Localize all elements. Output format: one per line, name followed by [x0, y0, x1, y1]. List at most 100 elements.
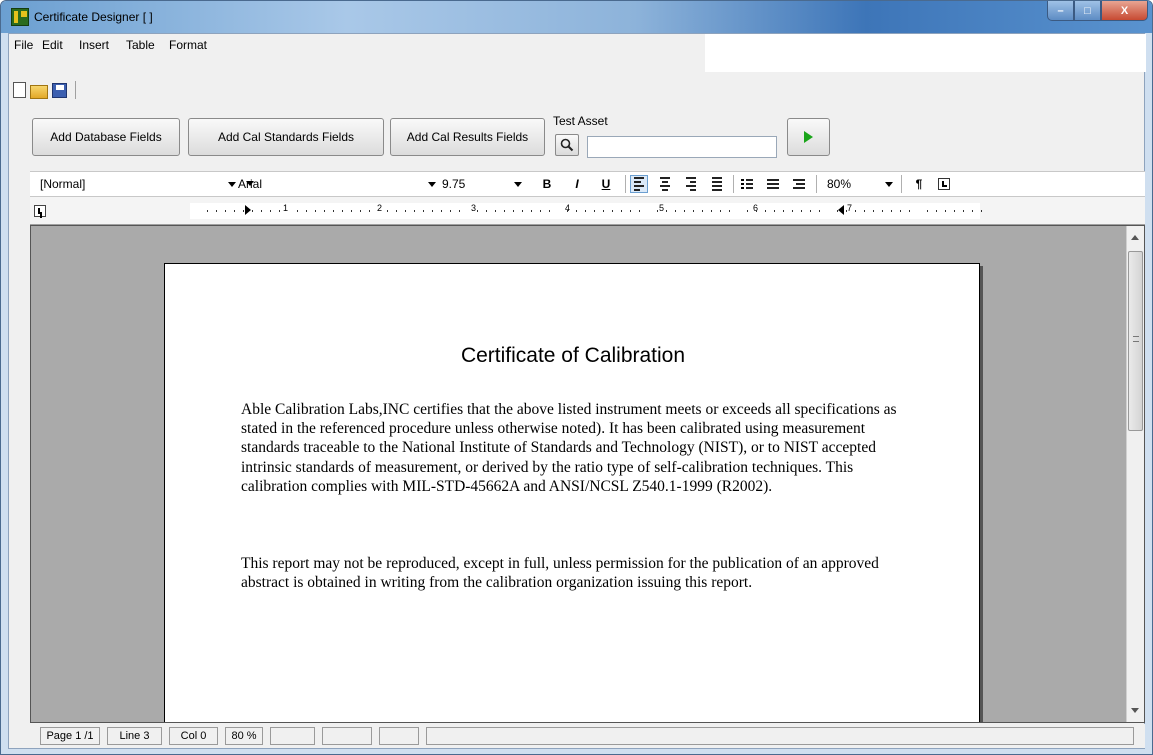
ruler-number: 1: [283, 203, 289, 213]
style-select-value: [Normal]: [40, 177, 86, 191]
toolbar-separator: [733, 175, 734, 193]
align-right-button[interactable]: [682, 175, 700, 193]
horizontal-ruler[interactable]: 1 2 3 4 5 6 7: [190, 203, 982, 219]
close-button[interactable]: X: [1101, 1, 1148, 21]
left-indent-marker[interactable]: [245, 205, 251, 215]
scroll-up-icon[interactable]: [1131, 235, 1139, 240]
right-indent-marker[interactable]: [838, 205, 844, 215]
document-paragraph[interactable]: This report may not be reproduced, excep…: [241, 554, 921, 592]
tab-type-selector[interactable]: [34, 205, 46, 217]
ruler-number: 3: [471, 203, 477, 213]
bullet-list-icon: [741, 179, 753, 189]
align-center-button[interactable]: [656, 175, 674, 193]
chevron-down-icon: [228, 182, 236, 187]
ruler-tick: [342, 210, 343, 212]
menu-table[interactable]: Table: [126, 38, 155, 52]
multilevel-list-button[interactable]: [790, 175, 808, 193]
scroll-down-icon[interactable]: [1131, 708, 1139, 713]
bullet-list-button[interactable]: [738, 175, 756, 193]
ruler-tick: [711, 210, 712, 212]
status-panel-empty: [426, 727, 1134, 745]
ruler-tick: [837, 210, 838, 212]
format-toolbar: [Normal] Arial 9.75 B I U 80% ¶: [30, 171, 1145, 197]
add-database-fields-button[interactable]: Add Database Fields: [32, 118, 180, 156]
ruler-tick: [972, 210, 973, 212]
ruler-tick: [405, 210, 406, 212]
play-icon: [804, 131, 813, 143]
ruler-tick: [909, 210, 910, 212]
show-paragraph-marks-button[interactable]: ¶: [910, 175, 928, 193]
status-panel-empty: [379, 727, 419, 745]
align-right-icon: [686, 177, 696, 191]
ruler-tick: [963, 210, 964, 212]
ruler-tick: [630, 210, 631, 212]
open-folder-icon[interactable]: [30, 84, 48, 99]
style-select[interactable]: [Normal]: [40, 174, 254, 194]
ruler-tick: [693, 210, 694, 212]
window-title: Certificate Designer [ ]: [34, 10, 153, 24]
menu-bar-filler: [705, 34, 1146, 72]
vertical-scrollbar[interactable]: [1126, 226, 1144, 722]
numbered-list-button[interactable]: [764, 175, 782, 193]
test-asset-search-button[interactable]: [555, 134, 579, 156]
menu-edit[interactable]: Edit: [42, 38, 63, 52]
ruler-tick: [495, 210, 496, 212]
ruler-tick: [540, 210, 541, 212]
underline-button[interactable]: U: [597, 175, 615, 193]
ruler-number: 7: [847, 203, 853, 213]
ruler-tick: [477, 210, 478, 212]
align-center-icon: [660, 177, 670, 191]
add-cal-results-fields-button[interactable]: Add Cal Results Fields: [390, 118, 545, 156]
ruler-tick: [702, 210, 703, 212]
ruler-tick: [792, 210, 793, 212]
ruler-tick: [666, 210, 667, 212]
magnifier-icon: [560, 138, 574, 152]
document-title[interactable]: Certificate of Calibration: [165, 344, 981, 368]
test-asset-input[interactable]: [587, 136, 777, 158]
align-left-button[interactable]: [630, 175, 648, 193]
document-area[interactable]: Certificate of Calibration Able Calibrat…: [30, 225, 1145, 723]
ruler-tick: [225, 210, 226, 212]
ruler-tick: [981, 210, 982, 212]
ruler-tick: [585, 210, 586, 212]
bold-button[interactable]: B: [538, 175, 556, 193]
scroll-thumb[interactable]: [1128, 251, 1143, 431]
title-bar[interactable]: Certificate Designer [ ] – □ X: [1, 1, 1152, 33]
document-paragraph[interactable]: Able Calibration Labs,INC certifies that…: [241, 400, 921, 496]
ruler-tick: [549, 210, 550, 212]
ruler-tick: [594, 210, 595, 212]
menu-format[interactable]: Format: [169, 38, 207, 52]
ruler-tick: [423, 210, 424, 212]
ruler-tick: [855, 210, 856, 212]
chevron-down-icon: [514, 182, 522, 187]
tab-stop-button[interactable]: [935, 175, 953, 193]
toolbar-separator: [625, 175, 626, 193]
new-document-icon[interactable]: [13, 82, 26, 98]
justify-button[interactable]: [708, 175, 726, 193]
font-size-select[interactable]: 9.75: [442, 174, 512, 194]
minimize-button[interactable]: –: [1047, 1, 1074, 21]
app-logo-icon: [11, 8, 29, 26]
ruler-tick: [396, 210, 397, 212]
font-select[interactable]: Arial: [238, 174, 418, 194]
ruler-tick: [612, 210, 613, 212]
ruler-tick: [486, 210, 487, 212]
app-window: Certificate Designer [ ] – □ X File Edit…: [0, 0, 1153, 755]
ruler-tick: [873, 210, 874, 212]
justify-icon: [712, 177, 722, 191]
menu-file[interactable]: File: [14, 38, 33, 52]
italic-button[interactable]: I: [568, 175, 586, 193]
ruler-tick: [522, 210, 523, 212]
ruler-tick: [819, 210, 820, 212]
ruler-tick: [774, 210, 775, 212]
ruler-tick: [756, 210, 757, 212]
run-button[interactable]: [787, 118, 830, 156]
menu-insert[interactable]: Insert: [79, 38, 109, 52]
save-disk-icon[interactable]: [52, 82, 67, 98]
maximize-button[interactable]: □: [1074, 1, 1101, 21]
ruler-tick: [603, 210, 604, 212]
ruler-tick: [531, 210, 532, 212]
standard-toolbar: [11, 80, 76, 100]
document-page[interactable]: Certificate of Calibration Able Calibrat…: [164, 263, 981, 722]
add-cal-standards-fields-button[interactable]: Add Cal Standards Fields: [188, 118, 384, 156]
